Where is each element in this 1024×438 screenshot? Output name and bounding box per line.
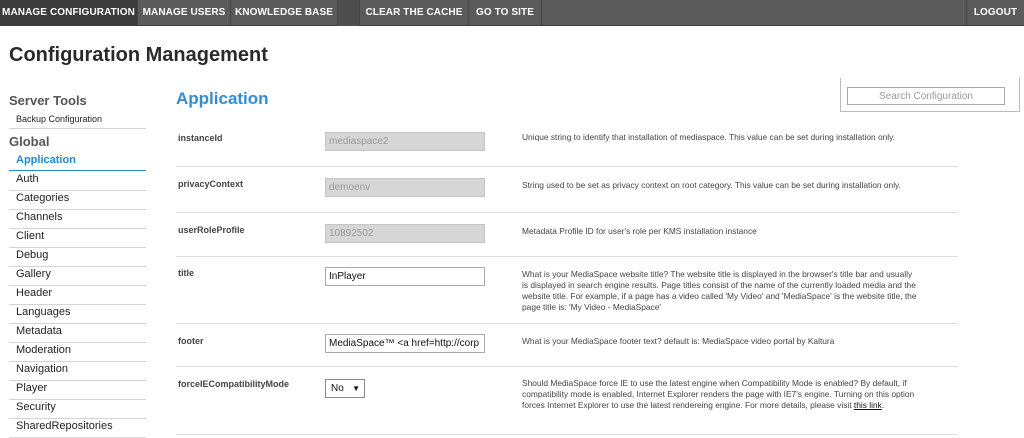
sidebar-item-moderation[interactable]: Moderation [9,343,146,362]
privacycontext-field: demoenv [325,178,485,197]
caret-down-icon: ▼ [352,384,360,393]
sidebar-item-header[interactable]: Header [9,286,146,305]
search-configuration-input[interactable] [847,87,1005,105]
config-row-instanceid: instanceId mediaspace2 Unique string to … [176,121,958,167]
nav-manage-configuration[interactable]: MANAGE CONFIGURATION [0,0,138,26]
field-description: Should MediaSpace force IE to use the la… [522,378,917,411]
sidebar-heading-server-tools: Server Tools [9,93,87,108]
sidebar-item-categories[interactable]: Categories [9,191,146,210]
nav-logout[interactable]: LOGOUT [966,0,1024,26]
title-input[interactable]: InPlayer [325,267,485,286]
sidebar-item-debug[interactable]: Debug [9,248,146,267]
forceiecompatibilitymode-select[interactable]: No ▼ [325,379,365,398]
sidebar-item-application[interactable]: Application [9,153,146,171]
field-description: Metadata Profile ID for user's role per … [522,226,757,236]
field-label: instanceId [178,133,223,143]
config-row-userroleprofile: userRoleProfile 10892502 Metadata Profil… [176,213,958,257]
userroleprofile-field: 10892502 [325,224,485,243]
field-label: userRoleProfile [178,225,245,235]
sidebar-item-auth[interactable]: Auth [9,172,146,191]
nav-spacer [338,0,360,26]
description-end: . [881,400,885,410]
field-label: forceIECompatibilityMode [178,379,290,389]
field-label: title [178,268,195,278]
field-description: String used to be set as privacy context… [522,180,901,190]
sidebar-item-sharedrepositories[interactable]: SharedRepositories [9,419,146,438]
top-navigation: MANAGE CONFIGURATION MANAGE USERS KNOWLE… [0,0,1024,26]
nav-clear-the-cache[interactable]: CLEAR THE CACHE [360,0,469,26]
sidebar-item-navigation[interactable]: Navigation [9,362,146,381]
search-box [840,78,1020,112]
sidebar-item-player[interactable]: Player [9,381,146,400]
sidebar-item-backup-configuration[interactable]: Backup Configuration [9,113,146,129]
sidebar-item-metadata[interactable]: Metadata [9,324,146,343]
section-title: Application [176,89,269,108]
nav-knowledge-base[interactable]: KNOWLEDGE BASE [231,0,338,26]
nav-go-to-site[interactable]: GO TO SITE [469,0,542,26]
sidebar-item-channels[interactable]: Channels [9,210,146,229]
footer-input[interactable]: MediaSpace™ <a href=http://corp [325,334,485,353]
config-row-forceiecompatibilitymode: forceIECompatibilityMode No ▼ Should Med… [176,367,958,435]
this-link[interactable]: this link [854,400,882,410]
sidebar-item-client[interactable]: Client [9,229,146,248]
field-description: What is your MediaSpace website title? T… [522,269,917,312]
sidebar-item-languages[interactable]: Languages [9,305,146,324]
config-row-footer: footer MediaSpace™ <a href=http://corp W… [176,324,958,367]
config-row-privacycontext: privacyContext demoenv String used to be… [176,167,958,213]
field-description: Unique string to identify that installat… [522,132,896,142]
instanceid-field: mediaspace2 [325,132,485,151]
nav-manage-users[interactable]: MANAGE USERS [138,0,231,26]
sidebar-heading-global: Global [9,134,50,149]
select-value: No [331,383,344,394]
sidebar-item-security[interactable]: Security [9,400,146,419]
field-label: footer [178,336,204,346]
sidebar-item-gallery[interactable]: Gallery [9,267,146,286]
field-label: privacyContext [178,179,244,189]
config-row-title: title InPlayer What is your MediaSpace w… [176,257,958,324]
page-title: Configuration Management [9,44,268,66]
field-description: What is your MediaSpace footer text? def… [522,336,835,346]
